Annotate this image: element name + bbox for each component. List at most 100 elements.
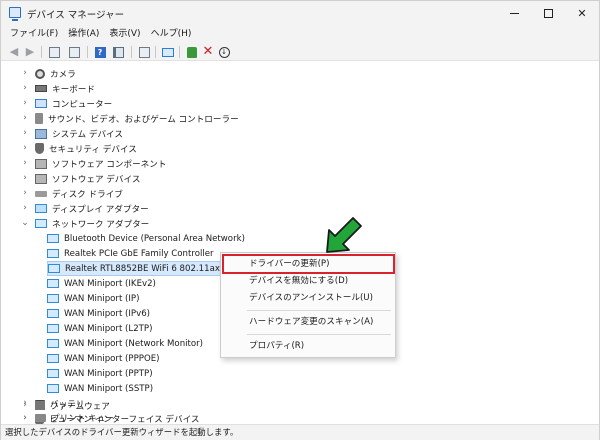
properties-toolbar-button[interactable]	[67, 45, 81, 59]
tree-category-computer[interactable]: › コンピューター	[21, 96, 112, 111]
network-device-item[interactable]: WAN Miniport (PPPOE)	[47, 351, 160, 366]
network-adapter-icon	[47, 279, 59, 288]
tree-category-security-devices[interactable]: › セキュリティ デバイス	[21, 141, 137, 156]
network-device-item[interactable]: WAN Miniport (IPv6)	[47, 306, 150, 321]
tree-category-label: ソフトウェア コンポーネント	[52, 159, 167, 170]
highlight-annotation-box	[222, 254, 395, 274]
chevron-right-icon[interactable]: ›	[21, 141, 29, 156]
software-device-icon	[35, 173, 47, 184]
tree-category-firmware[interactable]: › ファームウェア	[21, 398, 110, 413]
network-adapter-icon	[47, 339, 59, 348]
tree-category-sound[interactable]: › サウンド、ビデオ、およびゲーム コントローラー	[21, 111, 239, 126]
disk-drive-icon	[35, 190, 47, 197]
tree-category-print-queue[interactable]: › プリント キュー	[21, 412, 114, 425]
toolbar-separator	[155, 46, 156, 58]
status-bar: 選択したデバイスのドライバー更新ウィザードを起動します。	[1, 424, 599, 440]
network-device-label: WAN Miniport (IPv6)	[64, 308, 151, 319]
update-driver-toolbar-button[interactable]	[185, 45, 199, 59]
chevron-right-icon[interactable]: ›	[21, 96, 29, 111]
disable-device-toolbar-button[interactable]: ↓	[217, 45, 231, 59]
minimize-button[interactable]	[497, 1, 531, 25]
network-device-item[interactable]: Bluetooth Device (Personal Area Network)	[47, 231, 245, 246]
network-device-label: Bluetooth Device (Personal Area Network)	[64, 233, 245, 244]
title-bar[interactable]: デバイス マネージャー ✕	[1, 1, 599, 25]
tree-category-label: ソフトウェア デバイス	[52, 174, 141, 185]
device-tree[interactable]: › カメラ › キーボード › コンピューター › サウンド、ビデオ、およびゲー…	[1, 62, 599, 424]
context-menu-separator	[247, 334, 391, 335]
chevron-right-icon[interactable]: ›	[21, 398, 29, 413]
chevron-right-icon[interactable]: ›	[21, 81, 29, 96]
network-device-item[interactable]: WAN Miniport (SSTP)	[47, 381, 153, 396]
menu-bar: ファイル(F) 操作(A) 表示(V) ヘルプ(H)	[1, 25, 599, 43]
back-button[interactable]: ◀	[7, 45, 21, 59]
toolbar: ◀ ▶ ? ✕ ↓	[1, 43, 599, 61]
chevron-down-icon[interactable]: ⌄	[21, 216, 29, 231]
context-menu-disable-device[interactable]: デバイスを無効にする(D)	[221, 273, 395, 290]
tree-category-software-devices[interactable]: › ソフトウェア デバイス	[21, 171, 140, 186]
network-device-item[interactable]: WAN Miniport (L2TP)	[47, 321, 152, 336]
tree-category-camera[interactable]: › カメラ	[21, 66, 76, 81]
tree-category-label: サウンド、ビデオ、およびゲーム コントローラー	[48, 114, 239, 125]
tree-category-display-adapters[interactable]: › ディスプレイ アダプター	[21, 201, 148, 216]
menu-action[interactable]: 操作(A)	[63, 25, 104, 43]
forward-button[interactable]: ▶	[23, 45, 37, 59]
tree-category-label: ネットワーク アダプター	[52, 219, 150, 230]
chevron-right-icon[interactable]: ›	[21, 66, 29, 81]
network-adapter-icon	[47, 324, 59, 333]
toolbar-separator	[179, 46, 180, 58]
chevron-right-icon[interactable]: ›	[21, 156, 29, 171]
display-adapter-icon	[35, 204, 47, 213]
print-toolbar-button[interactable]	[137, 45, 151, 59]
computer-icon	[35, 99, 47, 108]
chevron-right-icon[interactable]: ›	[21, 412, 29, 424]
view-toolbar-button[interactable]	[111, 45, 125, 59]
tree-category-network-adapters[interactable]: ⌄ ネットワーク アダプター	[21, 216, 149, 231]
context-menu-properties[interactable]: プロパティ(R)	[221, 338, 395, 355]
tree-category-label: ディスク ドライブ	[52, 189, 123, 200]
tree-category-disk-drives[interactable]: › ディスク ドライブ	[21, 186, 123, 201]
menu-view[interactable]: 表示(V)	[104, 25, 145, 43]
firmware-icon	[35, 401, 45, 410]
green-arrow-annotation-icon	[326, 217, 362, 253]
chevron-right-icon[interactable]: ›	[21, 186, 29, 201]
network-device-item[interactable]: Realtek PCIe GbE Family Controller	[47, 246, 214, 261]
menu-file[interactable]: ファイル(F)	[5, 25, 63, 43]
help-icon: ?	[94, 46, 106, 58]
context-menu-scan-hardware[interactable]: ハードウェア変更のスキャン(A)	[221, 314, 395, 331]
context-menu-uninstall-device[interactable]: デバイスのアンインストール(U)	[221, 290, 395, 307]
network-device-item[interactable]: WAN Miniport (PPTP)	[47, 366, 153, 381]
software-component-icon	[35, 158, 47, 169]
tree-category-keyboard[interactable]: › キーボード	[21, 81, 95, 96]
network-adapter-icon	[47, 384, 59, 393]
uninstall-toolbar-button[interactable]: ✕	[201, 45, 215, 59]
network-device-label: WAN Miniport (IKEv2)	[64, 278, 156, 289]
tree-category-system-devices[interactable]: › システム デバイス	[21, 126, 123, 141]
network-device-label: Realtek PCIe GbE Family Controller	[64, 248, 214, 259]
print-queue-icon	[35, 414, 46, 422]
show-hide-console-tree-button[interactable]	[47, 45, 61, 59]
network-device-item[interactable]: WAN Miniport (IKEv2)	[47, 276, 156, 291]
tree-category-software-components[interactable]: › ソフトウェア コンポーネント	[21, 156, 166, 171]
maximize-button[interactable]	[531, 1, 565, 25]
chevron-right-icon[interactable]: ›	[21, 171, 29, 186]
scan-hardware-toolbar-button[interactable]	[161, 45, 175, 59]
chevron-right-icon[interactable]: ›	[21, 111, 29, 126]
print-icon	[138, 46, 150, 58]
window-title: デバイス マネージャー	[27, 10, 125, 21]
context-menu-separator	[247, 310, 391, 311]
camera-icon	[35, 68, 45, 79]
close-icon: ✕	[577, 6, 587, 20]
device-manager-app-icon	[9, 7, 21, 21]
chevron-right-icon[interactable]: ›	[21, 201, 29, 216]
chevron-right-icon[interactable]: ›	[21, 126, 29, 141]
tree-category-label: システム デバイス	[52, 129, 123, 140]
network-device-label: WAN Miniport (SSTP)	[64, 383, 154, 394]
tree-category-label: コンピューター	[52, 99, 113, 110]
help-toolbar-button[interactable]: ?	[93, 45, 107, 59]
network-device-item[interactable]: WAN Miniport (IP)	[47, 291, 139, 306]
network-device-item[interactable]: WAN Miniport (Network Monitor)	[47, 336, 203, 351]
menu-help[interactable]: ヘルプ(H)	[146, 25, 197, 43]
network-adapter-icon	[47, 309, 59, 318]
device-manager-window: デバイス マネージャー ✕ ファイル(F) 操作(A) 表示(V) ヘルプ(H)…	[0, 0, 600, 440]
close-button[interactable]: ✕	[565, 1, 599, 25]
